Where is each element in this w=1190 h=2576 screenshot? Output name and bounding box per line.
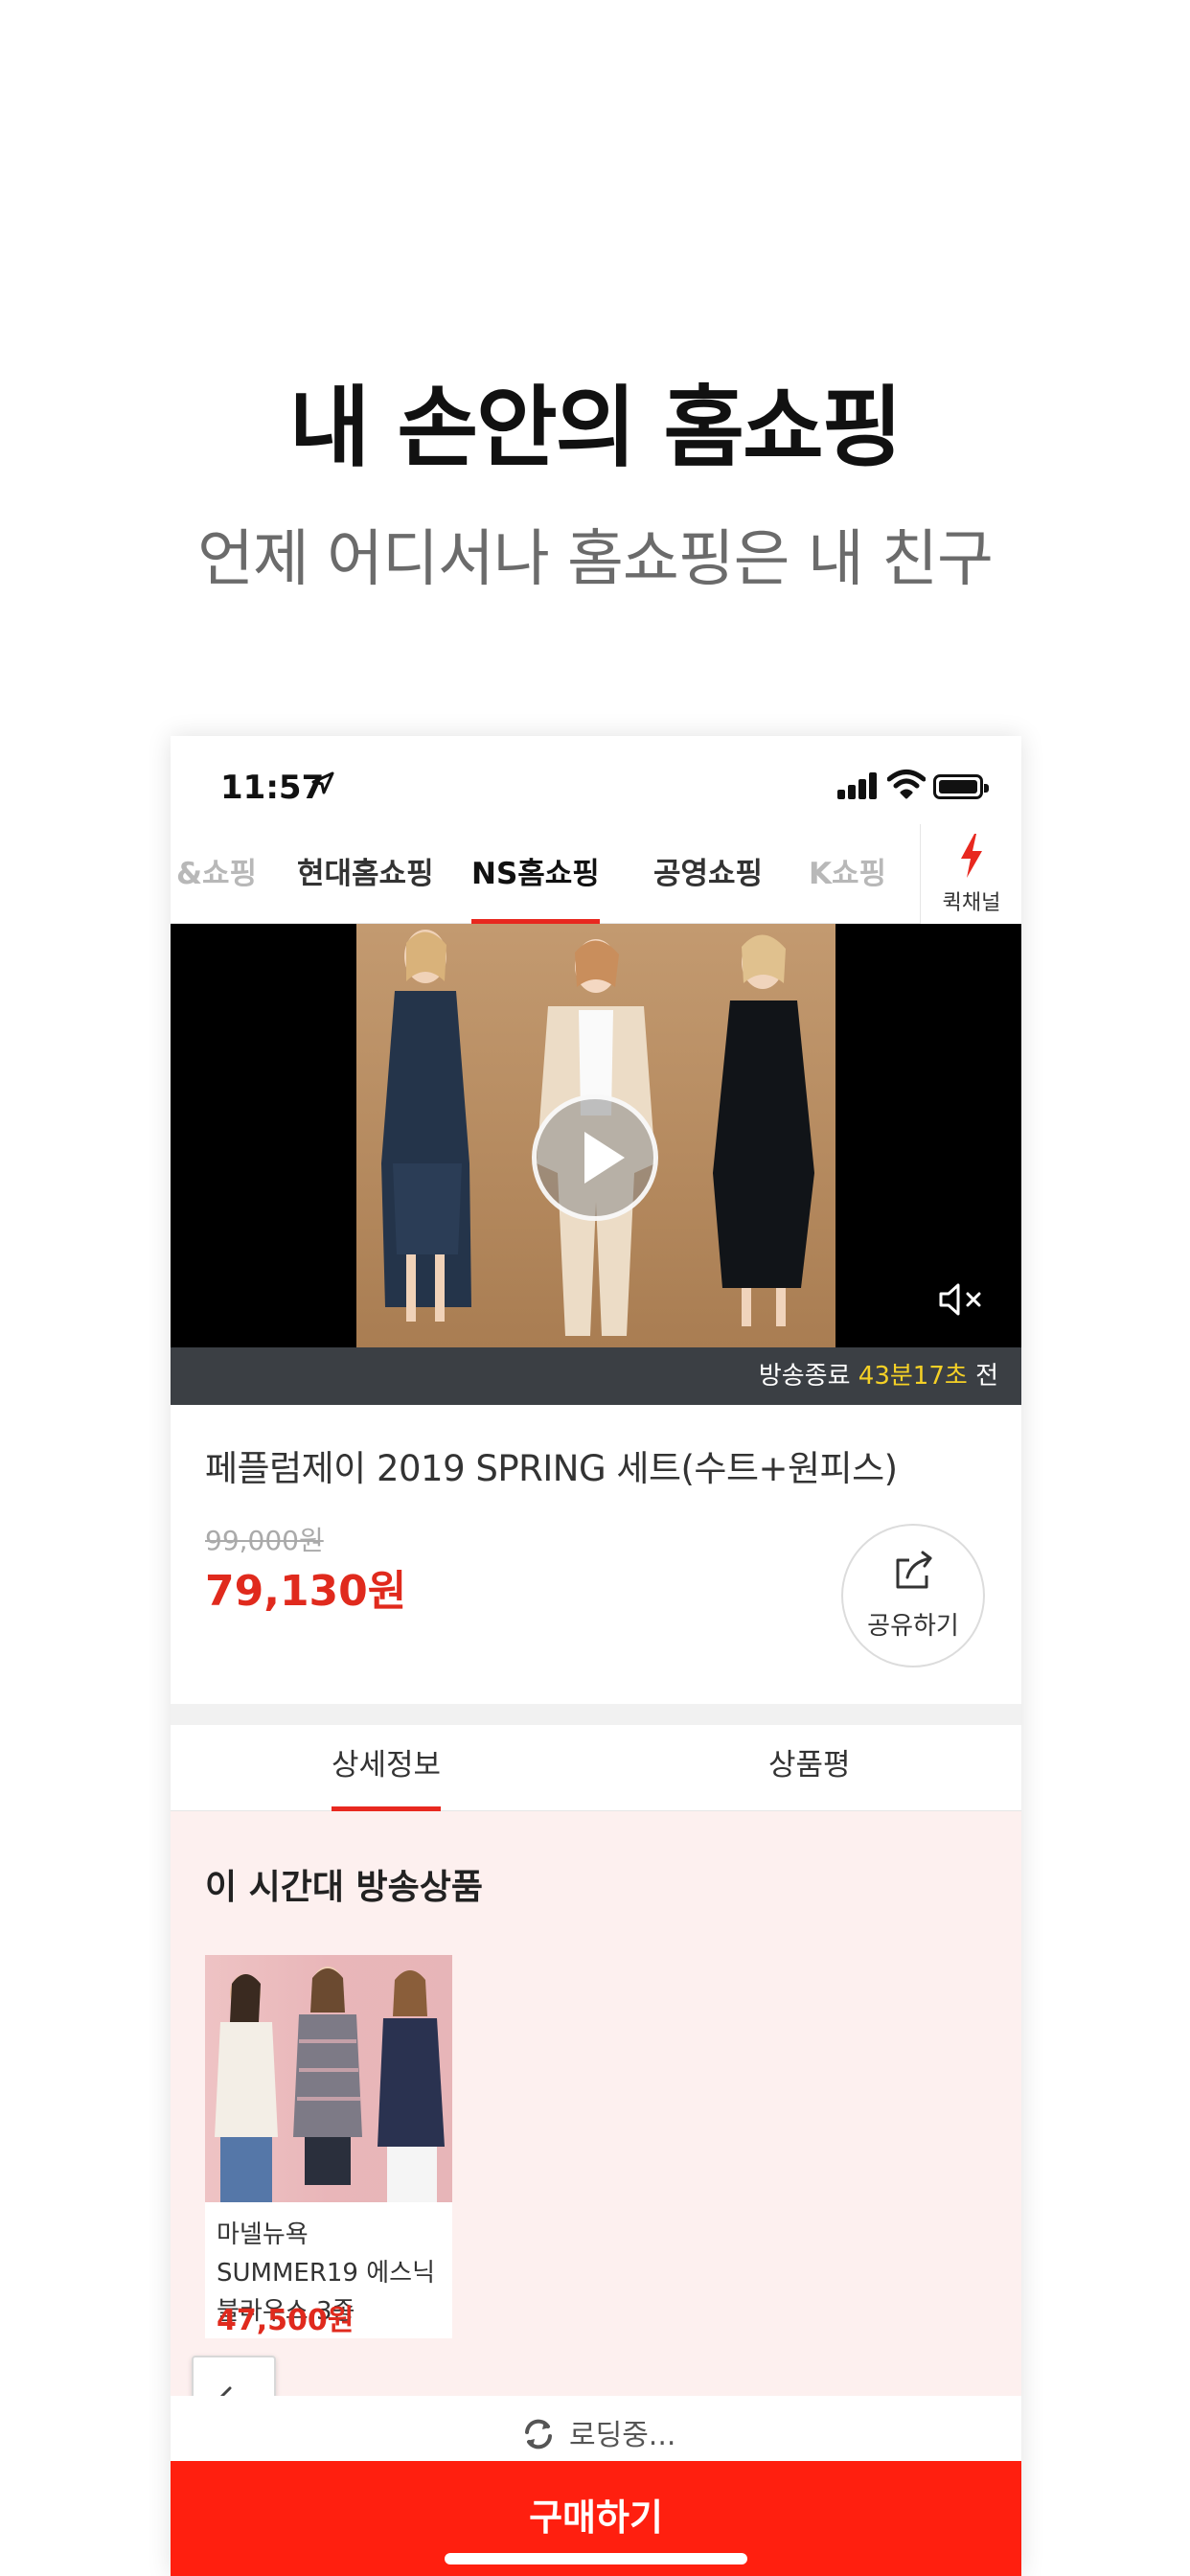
wifi-icon bbox=[886, 769, 927, 799]
muted-speaker-icon[interactable] bbox=[937, 1280, 991, 1319]
tab-detail-info[interactable]: 상세정보 bbox=[332, 1725, 442, 1811]
share-icon bbox=[896, 1551, 932, 1589]
product-card-price: 47,500원 bbox=[217, 2304, 355, 2337]
tab-product-reviews[interactable]: 상품평 bbox=[768, 1725, 851, 1811]
home-indicator[interactable] bbox=[445, 2553, 747, 2564]
channel-tabs: &쇼핑 현대홈쇼핑 NS홈쇼핑 공영쇼핑 K쇼핑 bbox=[171, 824, 1021, 924]
original-price: 99,000원 bbox=[205, 1525, 324, 1556]
share-label: 공유하기 bbox=[867, 1612, 959, 1641]
quick-channel-button[interactable]: 퀵채널 bbox=[920, 824, 1021, 924]
quick-channel-label: 퀵채널 bbox=[942, 891, 1001, 915]
on-air-products-section: 이 시간대 방송상품 마넬뉴욕 SUMMER19 에스닉 블라우스 3종 47,… bbox=[171, 1811, 1021, 2396]
share-button[interactable]: 공유하기 bbox=[841, 1524, 985, 1668]
on-air-section-title: 이 시간대 방송상품 bbox=[205, 1868, 484, 1907]
refresh-icon bbox=[525, 2419, 552, 2450]
loading-text: 로딩중... bbox=[569, 2419, 676, 2452]
battery-icon bbox=[933, 774, 989, 799]
broadcast-countdown-bar: 방송종료 43분17초 전 bbox=[171, 1347, 1021, 1405]
product-card-image bbox=[205, 1955, 452, 2202]
broadcast-countdown: 방송종료 43분17초 전 bbox=[759, 1347, 998, 1405]
broadcast-suffix: 전 bbox=[975, 1362, 998, 1391]
video-player[interactable] bbox=[171, 924, 1021, 1347]
hero-subtitle: 언제 어디서나 홈쇼핑은 내 친구 bbox=[197, 524, 994, 595]
location-arrow-icon bbox=[310, 770, 335, 802]
status-bar: 11:57 bbox=[171, 736, 1021, 824]
tab-k-shopping[interactable]: K쇼핑 bbox=[809, 824, 886, 924]
detail-tabs: 상세정보 상품평 bbox=[171, 1725, 1021, 1811]
play-icon[interactable] bbox=[532, 1094, 658, 1221]
loading-indicator: 로딩중... bbox=[171, 2396, 1021, 2463]
section-divider bbox=[171, 1704, 1021, 1725]
broadcast-remaining-time: 43분17초 bbox=[858, 1362, 968, 1391]
cellular-signal-icon bbox=[837, 772, 880, 799]
tab-hyundai-homeshopping[interactable]: 현대홈쇼핑 bbox=[297, 824, 434, 924]
lightning-bolt-icon bbox=[961, 834, 982, 878]
tab-gongyoung-shopping[interactable]: 공영쇼핑 bbox=[653, 824, 763, 924]
broadcast-prefix: 방송종료 bbox=[758, 1362, 851, 1391]
buy-button-label: 구매하기 bbox=[529, 2496, 663, 2539]
tab-and-shopping[interactable]: &쇼핑 bbox=[176, 824, 257, 924]
phone-screen: 11:57 &쇼핑 현대홈쇼핑 NS홈쇼핑 공영쇼핑 K쇼핑 퀵채널 방송종료 … bbox=[171, 736, 1021, 2576]
sale-price: 79,130원 bbox=[205, 1567, 407, 1616]
buy-button[interactable]: 구매하기 bbox=[171, 2461, 1021, 2576]
tab-ns-homeshopping[interactable]: NS홈쇼핑 bbox=[471, 824, 600, 924]
product-title: 페플럼제이 2019 SPRING 세트(수트+원피스) bbox=[205, 1448, 898, 1489]
product-card[interactable]: 마넬뉴욕 SUMMER19 에스닉 블라우스 3종 47,500원 bbox=[205, 1955, 452, 2338]
hero-title: 내 손안의 홈쇼핑 bbox=[288, 377, 904, 479]
status-time: 11:57 bbox=[220, 769, 325, 807]
